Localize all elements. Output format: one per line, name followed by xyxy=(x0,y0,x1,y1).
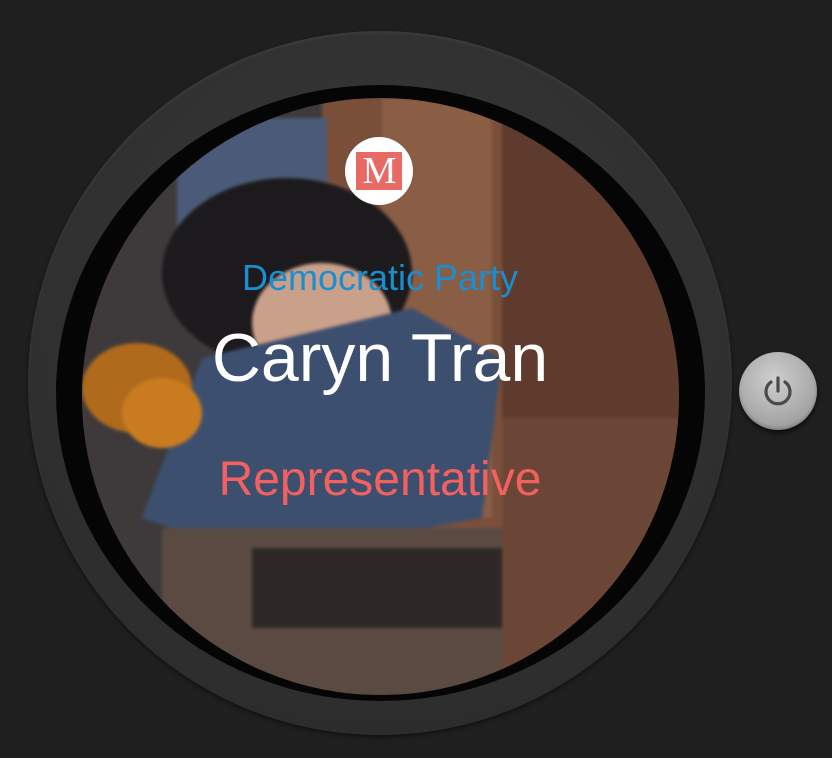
candidate-role: Representative xyxy=(218,453,542,506)
candidate-name: Caryn Tran xyxy=(211,320,549,396)
logo-letter: M xyxy=(356,152,402,190)
party-label: Democratic Party xyxy=(241,257,519,298)
power-button[interactable] xyxy=(739,352,817,430)
m-logo-icon: M xyxy=(345,137,413,205)
power-icon xyxy=(764,376,792,406)
